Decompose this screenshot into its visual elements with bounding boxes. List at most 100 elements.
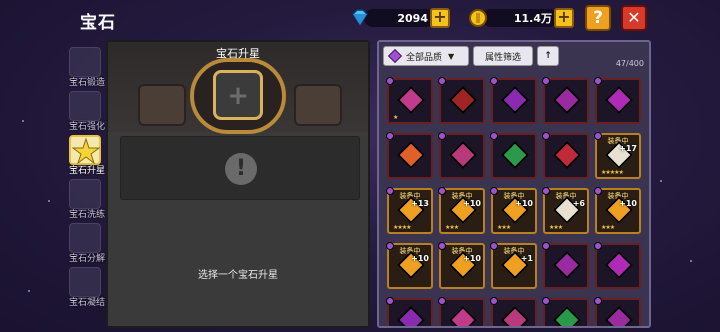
gold-counter: 11.4万 +	[468, 8, 574, 28]
gem-icon	[448, 85, 478, 115]
star-up-panel: 宝石升星 + ! 选择一个宝石升星	[106, 40, 370, 328]
gold-amount: 11.4万	[482, 9, 558, 27]
sidebar-item-gem-star-up[interactable]: 宝石升星	[66, 133, 106, 177]
gem-slot[interactable]: +	[213, 70, 263, 120]
gem-enhance-icon	[69, 91, 101, 121]
gem-stars: ★★★	[601, 224, 615, 231]
gem-stars: ★★★	[549, 224, 563, 231]
gem-slot-item[interactable]: 装备中+10★★★	[594, 187, 641, 234]
quality-marker-icon	[438, 77, 446, 85]
filter-bar: 全部品质 ▼ 属性筛选 ↑	[383, 46, 559, 66]
gem-slot-item[interactable]	[438, 77, 485, 124]
gem-slot-item[interactable]	[542, 132, 589, 179]
quality-filter-dropdown[interactable]: 全部品质 ▼	[383, 46, 469, 66]
plus-icon: +	[227, 81, 249, 111]
close-button[interactable]: ✕	[621, 5, 647, 31]
quality-marker-icon	[542, 132, 550, 140]
sidebar-item-gem-reroll[interactable]: 宝石洗练	[66, 177, 106, 221]
sidebar-item-label: 宝石分解	[68, 254, 105, 264]
gem-icon	[448, 305, 478, 326]
quality-marker-icon	[386, 77, 394, 85]
gem-icon	[552, 250, 582, 280]
select-gem-hint: 选择一个宝石升星	[198, 270, 278, 281]
gem-icon	[396, 85, 426, 115]
add-gold-button[interactable]: +	[554, 8, 574, 28]
gem-slot-item[interactable]	[438, 132, 485, 179]
background-star	[22, 120, 24, 122]
gem-icon	[500, 140, 530, 170]
panel-title: 宝石升星	[216, 47, 260, 60]
sort-button[interactable]: ↑	[537, 46, 559, 66]
gem-icon	[396, 140, 426, 170]
sidebar-item-label: 宝石强化	[68, 122, 105, 132]
quality-filter-label: 全部品质	[406, 52, 443, 63]
gem-slot-item[interactable]: 装备中+10★★★	[438, 187, 485, 234]
quality-marker-icon	[438, 297, 446, 305]
gem-slot-item[interactable]	[594, 242, 641, 289]
gem-slot-item[interactable]	[386, 297, 433, 326]
gem-slot-item[interactable]: 装备中+17★★★★★	[594, 132, 641, 179]
gem-info-box: !	[120, 136, 360, 200]
attribute-filter-button[interactable]: 属性筛选	[473, 46, 533, 66]
gem-filter-icon	[387, 48, 403, 64]
diamond-icon	[352, 9, 368, 27]
gem-slot-item[interactable]: ★	[386, 77, 433, 124]
gem-slot-item[interactable]: 装备中+10	[438, 242, 485, 289]
add-diamonds-button[interactable]: +	[430, 8, 450, 28]
gem-stars: ★★★★	[393, 224, 411, 231]
sidebar: 宝石锻造 宝石强化 宝石升星 宝石洗练 宝石分解 宝石凝结	[66, 45, 106, 309]
gem-level: +10	[463, 254, 481, 263]
gem-level: +1	[520, 254, 533, 263]
help-button[interactable]: ?	[585, 5, 611, 31]
quality-marker-icon	[490, 77, 498, 85]
gem-condense-icon	[69, 267, 101, 297]
gem-slot-item[interactable]: 装备中+10★★★	[490, 187, 537, 234]
background-star	[690, 260, 692, 262]
exclamation-icon: !	[225, 153, 257, 185]
gem-level: +17	[619, 144, 637, 153]
gem-icon	[604, 85, 634, 115]
gem-slot-item[interactable]: 装备中+10	[386, 242, 433, 289]
sidebar-item-label: 宝石凝结	[68, 298, 105, 308]
diamond-counter: 2094 +	[350, 8, 450, 28]
inventory-count: 47/400	[615, 59, 644, 68]
gem-slot-item[interactable]	[542, 77, 589, 124]
background-star	[660, 180, 662, 182]
quality-marker-icon	[438, 132, 446, 140]
gem-level: +13	[411, 199, 429, 208]
gem-slot-item[interactable]: 装备中+1	[490, 242, 537, 289]
quality-marker-icon	[542, 297, 550, 305]
quality-marker-icon	[542, 77, 550, 85]
sidebar-item-gem-dismantle[interactable]: 宝石分解	[66, 221, 106, 265]
sidebar-item-gem-enhance[interactable]: 宝石强化	[66, 89, 106, 133]
gem-slot-item[interactable]	[490, 297, 537, 326]
background-star	[28, 290, 30, 292]
gem-slot-item[interactable]	[542, 297, 589, 326]
gem-slot-item[interactable]	[594, 297, 641, 326]
gem-stars: ★	[393, 114, 398, 121]
quality-marker-icon	[542, 242, 550, 250]
gem-slot-item[interactable]	[490, 132, 537, 179]
sidebar-item-label: 宝石锻造	[68, 78, 105, 88]
sidebar-item-gem-forge[interactable]: 宝石锻造	[66, 45, 106, 89]
background-star	[48, 200, 50, 202]
gem-slot-item[interactable]	[594, 77, 641, 124]
gem-icon	[500, 305, 530, 326]
gem-dismantle-icon	[69, 223, 101, 253]
quality-marker-icon	[386, 297, 394, 305]
gem-slot-item[interactable]	[490, 77, 537, 124]
diamond-amount: 2094	[364, 9, 434, 27]
gem-inventory-panel: 全部品质 ▼ 属性筛选 ↑ 47/400 ★装备中+17★★★★★装备中+13★…	[377, 40, 651, 328]
gem-icon	[552, 85, 582, 115]
sidebar-item-label: 宝石洗练	[68, 210, 105, 220]
gem-slot-item[interactable]	[438, 297, 485, 326]
sidebar-item-gem-condense[interactable]: 宝石凝结	[66, 265, 106, 309]
gem-slot-item[interactable]: 装备中+13★★★★	[386, 187, 433, 234]
gem-icon	[552, 140, 582, 170]
gem-slot-item[interactable]	[386, 132, 433, 179]
gem-slot-item[interactable]	[542, 242, 589, 289]
gem-icon	[604, 250, 634, 280]
star-icon	[69, 135, 101, 165]
gem-slot-item[interactable]: 装备中+6★★★	[542, 187, 589, 234]
gem-reroll-icon	[69, 179, 101, 209]
